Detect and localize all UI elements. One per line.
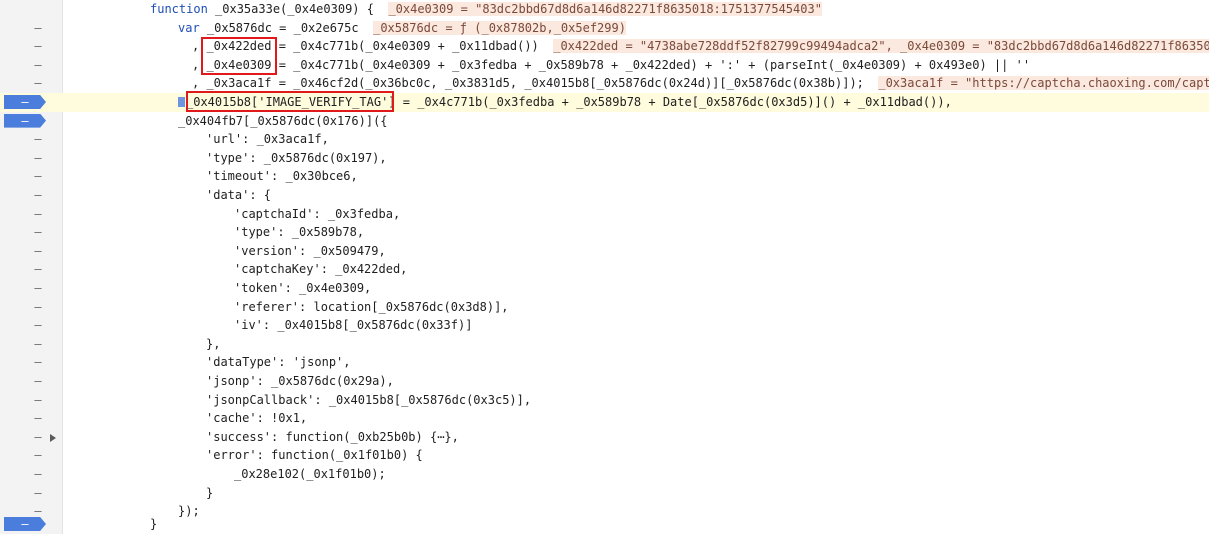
code-text: 'referer': location[_0x5876dc(0x3d8)],	[234, 299, 509, 314]
gutter-dash[interactable]: –	[28, 260, 48, 279]
code-text: 'data': {	[206, 188, 272, 202]
code-line[interactable]: – 'iv': _0x4015b8[_0x5876dc(0x33f)]	[0, 316, 1209, 335]
code-text: 'iv': _0x4015b8[_0x5876dc(0x33f)]	[234, 318, 473, 333]
gutter-dash[interactable]: –	[28, 335, 48, 354]
code-text: 'dataType': 'jsonp',	[206, 355, 351, 370]
gutter-dash[interactable]: –	[28, 167, 48, 186]
gutter-dash[interactable]: –	[28, 372, 48, 391]
expand-fold-icon[interactable]	[50, 433, 56, 442]
gutter-dash[interactable]: –	[28, 298, 48, 317]
code-text: 'captchaId': _0x3fedba,	[234, 206, 401, 221]
code-line[interactable]: – 'cache': !0x1,	[0, 409, 1209, 428]
gutter-dash[interactable]: –	[28, 279, 48, 298]
gutter-dash[interactable]: –	[28, 205, 48, 224]
code-text: _0x35a33e(_0x4e0309) {	[215, 2, 374, 16]
gutter-dash[interactable]: –	[28, 446, 48, 465]
gutter-dash[interactable]: –	[28, 242, 48, 261]
code-line[interactable]: – 'referer': location[_0x5876dc(0x3d8)],	[0, 298, 1209, 317]
code-text: },	[206, 336, 221, 351]
code-line[interactable]: –}	[0, 515, 1209, 534]
code-line[interactable]: – 'captchaKey': _0x422ded,	[0, 260, 1209, 279]
code-text: 'jsonp': _0x5876dc(0x29a),	[206, 374, 394, 388]
annotation-box	[186, 91, 394, 112]
code-text: 'version': _0x509479,	[234, 243, 386, 258]
code-line[interactable]: – 'type': _0x5876dc(0x197),	[0, 149, 1209, 168]
code-text: 'type': _0x5876dc(0x197),	[206, 150, 387, 165]
code-text: }	[150, 517, 158, 531]
code-line[interactable]: – 'token': _0x4e0309,	[0, 279, 1209, 298]
inline-value: _0x4e0309 = "83dc2bbd67d8d6a146d82271f86…	[388, 2, 822, 16]
code-line[interactable]: – _0x404fb7[_0x5876dc(0x176)]({	[0, 112, 1209, 131]
code-line[interactable]: – function _0x35a33e(_0x4e0309) { _0x4e0…	[0, 0, 1209, 35]
code-text: , _0x4e0309 = _0x4c771b(_0x4e0309 + _0x3…	[192, 57, 1031, 72]
code-line[interactable]: – 'success': function(_0xb25b0b) {⋯},	[0, 428, 1209, 447]
code-line[interactable]: – 'version': _0x509479,	[0, 242, 1209, 261]
code-text: 'token': _0x4e0309,	[234, 281, 372, 295]
code-line[interactable]: – 'data': {	[0, 186, 1209, 205]
code-line[interactable]: – 'timeout': _0x30bce6,	[0, 167, 1209, 186]
inline-breakpoint-icon[interactable]	[178, 96, 185, 107]
code-text: 'cache': !0x1,	[206, 411, 308, 426]
code-line[interactable]: – _0x28e102(_0x1f01b0);	[0, 465, 1209, 484]
code-line[interactable]: – 'error': function(_0x1f01b0) {	[0, 446, 1209, 465]
gutter-dash[interactable]: –	[28, 149, 48, 168]
gutter-dash[interactable]: –	[28, 484, 48, 503]
code-line[interactable]: – 'captchaId': _0x3fedba,	[0, 205, 1209, 224]
inline-value: _0x3aca1f = "https://captcha.chaoxing.co…	[878, 76, 1209, 91]
gutter-dash[interactable]: –	[28, 391, 48, 410]
code-text: 'error': function(_0x1f01b0) {	[206, 448, 423, 463]
gutter-dash[interactable]: –	[28, 465, 48, 484]
breakpoint-marker[interactable]: –	[4, 113, 46, 128]
code-text: , _0x3aca1f = _0x46cf2d(_0x36bc0c, _0x38…	[192, 76, 864, 91]
code-text: _0x5876dc = _0x2e675c	[199, 20, 359, 35]
code-line[interactable]: – 'url': _0x3aca1f,	[0, 130, 1209, 149]
code-line[interactable]: –},	[0, 335, 1209, 354]
breakpoint-marker[interactable]: –	[4, 517, 46, 531]
code-text: 'success': function(_0xb25b0b) {⋯},	[206, 429, 459, 444]
code-text: }	[206, 485, 214, 500]
code-text: _0x404fb7[_0x5876dc(0x176)]({	[178, 113, 388, 128]
keyword: function	[150, 2, 208, 16]
gutter-dash[interactable]: –	[28, 130, 48, 149]
annotation-box	[201, 37, 277, 75]
code-editor[interactable]: – function _0x35a33e(_0x4e0309) { _0x4e0…	[0, 0, 1209, 534]
code-line[interactable]: – 'type': _0x589b78,	[0, 223, 1209, 242]
code-text: 'timeout': _0x30bce6,	[206, 169, 358, 184]
code-line[interactable]: – var _0x5876dc = _0x2e675c _0x5876dc = …	[0, 19, 1209, 53]
keyword: var	[178, 20, 200, 35]
code-text: 'type': _0x589b78,	[234, 225, 365, 240]
gutter-dash[interactable]: –	[28, 223, 48, 242]
code-line[interactable]: – 'jsonp': _0x5876dc(0x29a),	[0, 372, 1209, 391]
code-text: _0x28e102(_0x1f01b0);	[234, 467, 386, 481]
gutter-dash[interactable]: –	[28, 316, 48, 335]
gutter-dash[interactable]: –	[28, 428, 48, 447]
code-line[interactable]: – 'dataType': 'jsonp',	[0, 353, 1209, 372]
code-line[interactable]: –}	[0, 484, 1209, 503]
code-line[interactable]: – , _0x3aca1f = _0x46cf2d(_0x36bc0c, _0x…	[0, 74, 1209, 109]
code-text: 'url': _0x3aca1f,	[206, 132, 329, 147]
inline-value: _0x422ded = "4738abe728ddf52f82799c99494…	[553, 39, 1209, 54]
code-text: 'jsonpCallback': _0x4015b8[_0x5876dc(0x3…	[206, 392, 532, 407]
gutter-dash[interactable]: –	[28, 186, 48, 205]
code-line[interactable]: – , _0x422ded = _0x4c771b(_0x4e0309 + _0…	[0, 37, 1209, 72]
gutter-dash[interactable]: –	[28, 409, 48, 428]
code-line[interactable]: – 'jsonpCallback': _0x4015b8[_0x5876dc(0x…	[0, 391, 1209, 410]
breakpoint-marker[interactable]: –	[4, 95, 46, 109]
inline-value: _0x5876dc = ƒ (_0x87802b,_0x5ef299)	[373, 20, 626, 35]
code-line-paused[interactable]: – _0x4015b8['IMAGE_VERIFY_TAG'] = _0x4c7…	[0, 93, 1209, 112]
code-text: 'captchaKey': _0x422ded,	[234, 262, 408, 277]
gutter-dash[interactable]: –	[28, 353, 48, 372]
code-line[interactable]: – , _0x4e0309 = _0x4c771b(_0x4e0309 + _0…	[0, 56, 1209, 91]
